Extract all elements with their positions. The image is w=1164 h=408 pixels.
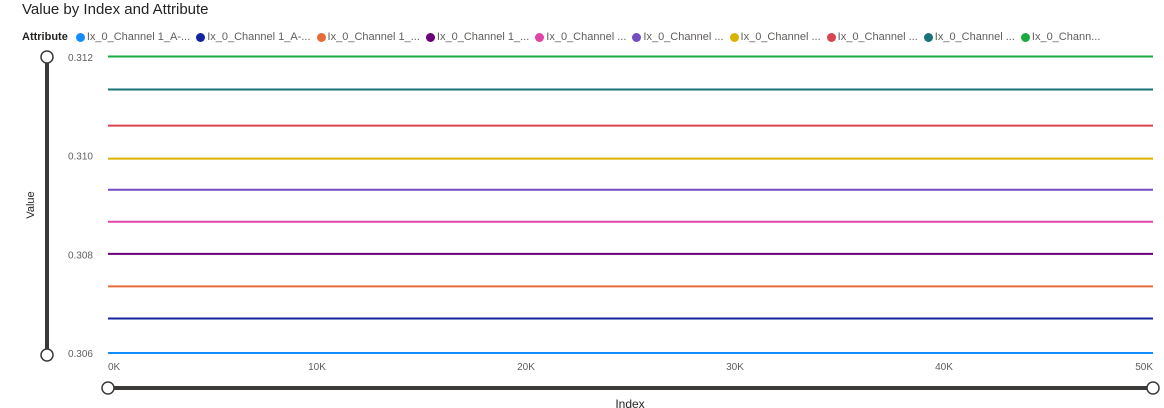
plot-area (108, 55, 1153, 354)
y-tick-label: 0.312 (68, 53, 93, 64)
x-tick-label: 30K (726, 362, 744, 373)
x-axis: 0K 10K 20K 30K 40K 50K (108, 362, 1153, 373)
x-tick-label: 0K (108, 362, 121, 373)
x-tick-label: 40K (935, 362, 953, 373)
y-axis: 0.306 0.308 0.310 0.312 (68, 53, 93, 360)
slider-handle-left[interactable] (101, 381, 115, 395)
line-chart: 0.306 0.308 0.310 0.312 0K 10K 20K 30K 40K 50K V… (25, 50, 1160, 408)
slider-handle-right[interactable] (1146, 381, 1160, 395)
slider-handle-top[interactable] (40, 50, 54, 64)
x-tick-label: 50K (1135, 362, 1153, 373)
y-tick-label: 0.308 (68, 250, 93, 261)
y-axis-title: Value (25, 191, 37, 218)
slider-handle-bottom[interactable] (40, 348, 54, 362)
x-axis-zoom-slider[interactable] (101, 381, 1160, 395)
y-axis-zoom-slider[interactable] (40, 50, 54, 362)
x-tick-label: 10K (308, 362, 326, 373)
y-tick-label: 0.306 (68, 349, 93, 360)
x-axis-title: Index (615, 397, 644, 408)
y-tick-label: 0.310 (68, 152, 93, 163)
x-tick-label: 20K (517, 362, 535, 373)
